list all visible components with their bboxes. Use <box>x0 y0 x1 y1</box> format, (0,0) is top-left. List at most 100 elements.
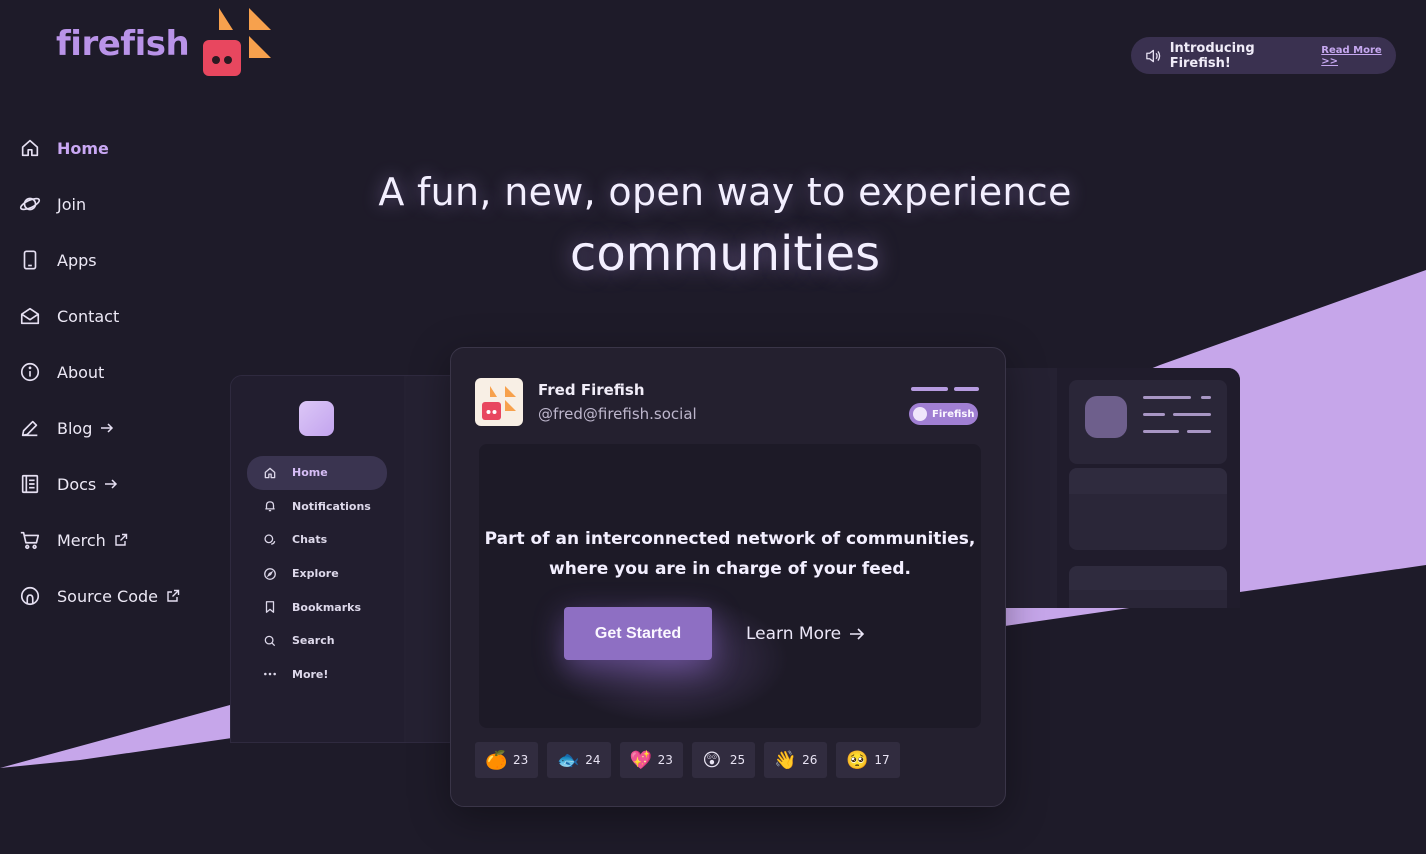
nav-item-about[interactable]: About <box>18 344 180 400</box>
nav-item-home[interactable]: Home <box>18 120 180 176</box>
reaction-button[interactable]: 💖 23 <box>619 742 683 778</box>
mail-icon <box>18 304 42 328</box>
mock-nav-label: Search <box>292 634 335 648</box>
mock-app-window-right <box>1005 368 1240 608</box>
mock-nav-notifications: Notifications <box>247 490 387 524</box>
cart-icon <box>18 528 42 552</box>
reaction-count: 25 <box>729 753 746 767</box>
external-link-icon <box>114 533 128 547</box>
chat-icon <box>263 533 277 547</box>
post-author-handle[interactable]: @fred@firefish.social <box>538 405 697 423</box>
speaker-icon <box>1146 49 1161 62</box>
post-text-line-2: where you are in charge of your feed. <box>549 559 911 579</box>
compass-icon <box>263 567 277 581</box>
post-body: Part of an interconnected network of com… <box>479 444 981 728</box>
reaction-button[interactable]: 🥺 17 <box>836 742 900 778</box>
arrow-right-icon <box>850 627 865 640</box>
git-icon <box>18 584 42 608</box>
firefish-logo-icon <box>482 386 516 420</box>
reaction-count: 23 <box>513 753 529 767</box>
mock-widget-card <box>1069 468 1227 550</box>
learn-more-label: Learn More <box>746 623 842 644</box>
reaction-emoji: 😲 <box>702 749 722 771</box>
search-icon <box>263 634 277 648</box>
home-icon <box>18 136 42 160</box>
nav-item-docs[interactable]: Docs <box>18 456 180 512</box>
reaction-emoji: 🥺 <box>846 749 869 771</box>
planet-icon <box>18 192 42 216</box>
reaction-button[interactable]: 🐟 24 <box>547 742 611 778</box>
mock-nav-label: Bookmarks <box>292 600 361 614</box>
bookmark-icon <box>263 600 277 614</box>
post-avatar[interactable] <box>475 378 523 426</box>
nav-label: Home <box>57 138 109 158</box>
more-icon <box>263 667 277 681</box>
instance-badge: Firefish <box>909 403 978 425</box>
reaction-emoji: 🐟 <box>557 749 580 771</box>
nav-item-join[interactable]: Join <box>18 176 180 232</box>
mock-nav-label: Home <box>292 466 328 480</box>
nav-label: Docs <box>57 474 97 494</box>
mock-nav-explore: Explore <box>247 557 387 591</box>
nav-label: Blog <box>57 418 93 438</box>
mock-profile-card <box>1069 380 1227 464</box>
mock-nav-bookmarks: Bookmarks <box>247 590 387 624</box>
phone-icon <box>18 248 42 272</box>
reaction-button[interactable]: 🍊 23 <box>475 742 539 778</box>
nav-label: Merch <box>57 530 106 550</box>
mock-widget-card <box>1069 566 1227 608</box>
mock-nav: Home Notifications Chats Explore Bookmar… <box>247 456 387 691</box>
nav-item-source-code[interactable]: Source Code <box>18 568 180 624</box>
reaction-count: 24 <box>585 753 601 767</box>
arrow-right-icon <box>104 478 118 490</box>
nav-label: Contact <box>57 306 120 326</box>
mock-nav-label: Explore <box>292 567 339 581</box>
nav-label: About <box>57 362 105 382</box>
nav-label: Source Code <box>57 586 158 606</box>
reaction-button[interactable]: 👋 26 <box>764 742 828 778</box>
nav-item-merch[interactable]: Merch <box>18 512 180 568</box>
firefish-logo-icon <box>203 8 272 76</box>
nav-label: Apps <box>57 250 97 270</box>
reaction-emoji: 🍊 <box>485 749 508 771</box>
mock-avatar <box>299 401 334 436</box>
mock-nav-home: Home <box>247 456 387 490</box>
post-menu-decoration <box>911 387 979 391</box>
brand-name: firefish <box>56 24 190 64</box>
main-nav: Home Join Apps Contact About Blog Docs M… <box>18 120 180 624</box>
mock-nav-more: More! <box>247 658 387 692</box>
home-icon <box>263 466 277 480</box>
bell-icon <box>263 499 277 513</box>
reaction-emoji: 💖 <box>629 749 652 771</box>
reaction-emoji: 👋 <box>774 749 797 771</box>
reaction-count: 23 <box>657 753 673 767</box>
hero-line-2: communities <box>569 226 881 282</box>
external-link-icon <box>166 589 180 603</box>
brand-logo[interactable]: firefish <box>56 0 273 80</box>
nav-item-contact[interactable]: Contact <box>18 288 180 344</box>
reaction-button[interactable]: 😲 25 <box>691 742 756 778</box>
reaction-bar: 🍊 23 🐟 24 💖 23 😲 25 👋 26 🥺 17 <box>475 742 900 778</box>
get-started-button[interactable]: Get Started <box>564 607 712 660</box>
mock-profile-avatar <box>1085 396 1127 438</box>
info-icon <box>18 360 42 384</box>
arrow-right-icon <box>100 422 114 434</box>
nav-item-apps[interactable]: Apps <box>18 232 180 288</box>
reaction-count: 26 <box>802 753 818 767</box>
post-card: Fred Firefish @fred@firefish.social Fire… <box>450 347 1006 807</box>
post-text-line-1: Part of an interconnected network of com… <box>484 529 976 549</box>
mock-nav-label: Notifications <box>292 499 371 513</box>
book-icon <box>18 472 42 496</box>
mock-nav-label: More! <box>292 667 329 681</box>
nav-label: Join <box>57 194 87 214</box>
announcement-pill[interactable]: Introducing Firefish! Read More >> <box>1131 37 1396 74</box>
badge-dot-icon <box>913 407 927 421</box>
learn-more-button[interactable]: Learn More <box>746 607 865 660</box>
hero-heading: A fun, new, open way to experience commu… <box>330 170 1120 282</box>
post-text: Part of an interconnected network of com… <box>479 524 981 584</box>
read-more-link[interactable]: Read More >> <box>1321 45 1396 67</box>
nav-item-blog[interactable]: Blog <box>18 400 180 456</box>
reaction-count: 17 <box>874 753 890 767</box>
hero-line-1: A fun, new, open way to experience <box>378 170 1072 214</box>
post-author-name[interactable]: Fred Firefish <box>538 381 645 399</box>
